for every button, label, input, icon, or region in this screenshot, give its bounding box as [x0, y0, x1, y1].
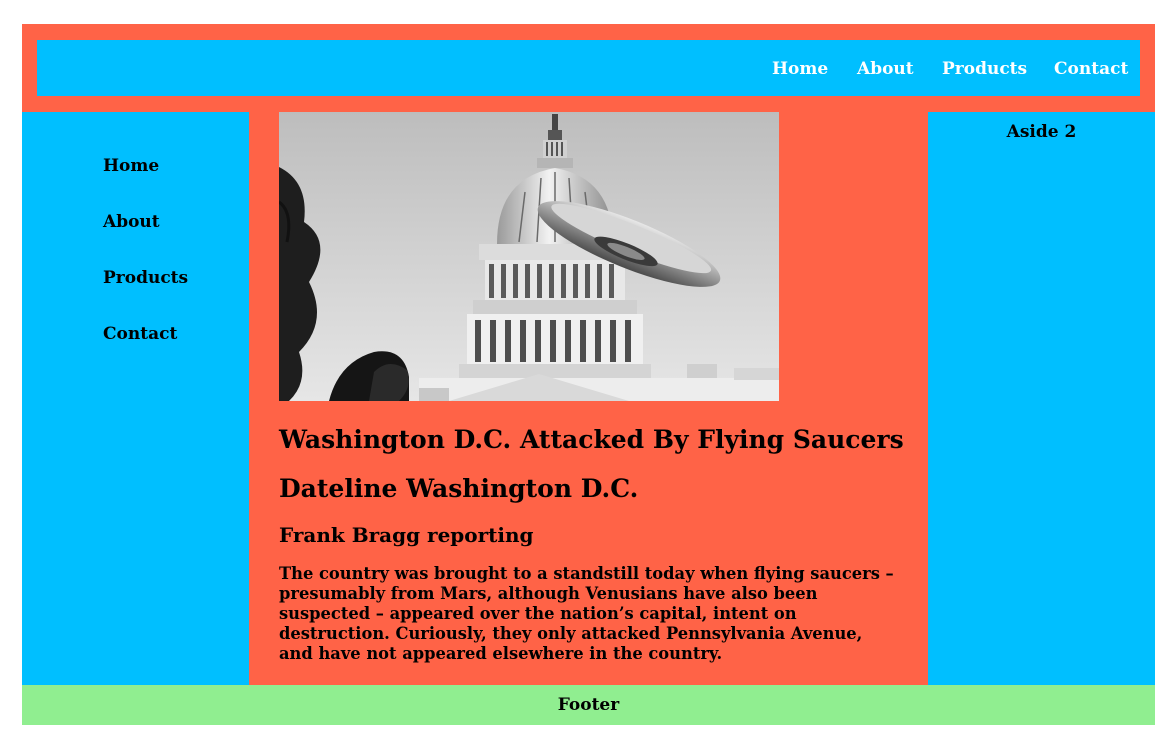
right-sidebar: Aside 2 [928, 112, 1155, 685]
article-headline: Washington D.C. Attacked By Flying Sauce… [279, 425, 904, 454]
sidebar-contact-link[interactable]: Contact [103, 324, 177, 344]
sidebar-home-link[interactable]: Home [103, 156, 159, 176]
capitol-flying-saucer-photo [279, 112, 779, 401]
top-nav-products-link[interactable]: Products [942, 59, 1027, 79]
article-body: The country was brought to a standstill … [279, 564, 894, 663]
top-nav-about-link[interactable]: About [857, 59, 914, 79]
footer-text: Footer [557, 695, 620, 715]
page-footer: Footer [22, 685, 1155, 725]
page-header: Home About Products Contact [22, 24, 1155, 112]
article-byline: Frank Bragg reporting [279, 523, 534, 547]
top-navigation: Home About Products Contact [37, 40, 1140, 96]
main-content: Washington D.C. Attacked By Flying Sauce… [249, 112, 928, 685]
article-dateline: Dateline Washington D.C. [279, 474, 639, 503]
top-nav-contact-link[interactable]: Contact [1054, 59, 1128, 79]
sidebar-about-link[interactable]: About [103, 212, 160, 232]
top-nav-home-link[interactable]: Home [772, 59, 828, 79]
sidebar-products-link[interactable]: Products [103, 268, 188, 288]
aside-title: Aside 2 [1006, 122, 1077, 142]
page: Home About Products Contact Home About P… [22, 24, 1155, 725]
left-sidebar: Home About Products Contact [22, 112, 249, 685]
